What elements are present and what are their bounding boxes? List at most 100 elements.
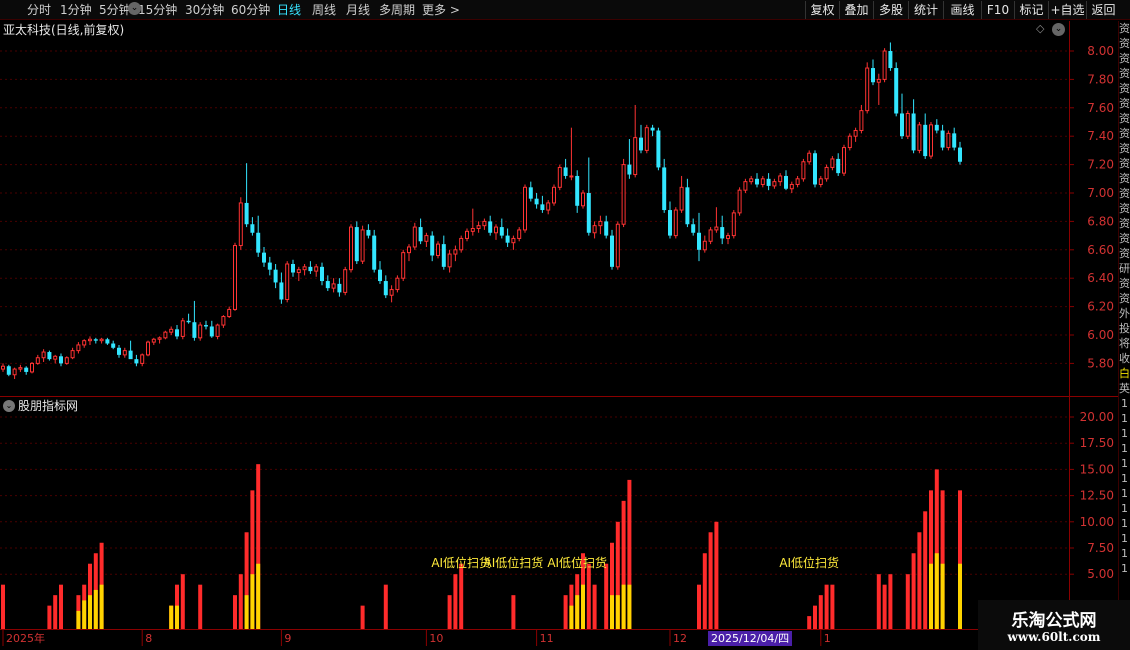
candle-body-up <box>169 328 174 333</box>
indicator-bar-red <box>807 616 812 629</box>
indicator-bar-red <box>459 563 464 629</box>
strip-char: 研 <box>1119 262 1130 275</box>
strip-char: 资 <box>1119 112 1130 125</box>
candle-body-up <box>876 78 881 83</box>
candle-body-up <box>470 228 475 232</box>
candle-body-down <box>105 339 110 344</box>
indicator-bar-red <box>592 584 597 629</box>
candle-body-up <box>401 252 406 279</box>
cursor-date-badge: 2025/12/04/四 <box>708 631 793 646</box>
candle-body-up <box>76 344 81 352</box>
candle-body-up <box>743 181 748 191</box>
candle-body-down <box>354 227 359 262</box>
strip-char: 资 <box>1119 37 1130 50</box>
indicator-axis-label: 10.00 <box>1080 515 1114 529</box>
candle-body-up <box>795 178 800 185</box>
candle-body-up <box>285 263 290 300</box>
indicator-bar-yellow <box>940 563 945 629</box>
candle-body-up <box>517 229 522 239</box>
candle-body-down <box>604 221 609 236</box>
time-axis-label: 10 <box>429 632 443 645</box>
candle-body-up <box>349 226 353 271</box>
indicator-bar-yellow <box>175 605 179 629</box>
strip-char: 资 <box>1119 172 1130 185</box>
strip-char: 将 <box>1119 337 1130 350</box>
candle-body-down <box>308 266 313 272</box>
candle-body-down <box>256 232 261 253</box>
watermark-url: www.60lt.com <box>1007 630 1101 644</box>
candle-body-up <box>41 351 46 359</box>
candle-body-down <box>911 113 916 151</box>
indicator-bar-red <box>59 584 63 629</box>
candle-body-up <box>314 266 319 272</box>
candle-body-up <box>447 253 452 268</box>
candle-body-down <box>586 193 591 233</box>
indicator-bar-yellow <box>929 563 933 629</box>
candle-body-up <box>772 181 777 187</box>
indicator-bar-red <box>876 574 881 629</box>
candle-body-down <box>958 147 962 162</box>
strip-char: 1 <box>1121 442 1128 455</box>
candle-body-up <box>859 110 864 132</box>
candle-body-up <box>70 350 75 359</box>
kline-chart[interactable]: 8.00 7.80 7.60 7.40 7.20 7.00 6.80 6.60 6.40 6.20… <box>0 0 1118 650</box>
candle-body-down <box>186 320 191 323</box>
indicator-bar-red <box>563 595 568 629</box>
indicator-bar-red <box>360 605 365 629</box>
candle-body-up <box>807 152 812 163</box>
candle-body-up <box>789 183 794 190</box>
indicator-title: 股朋指标网 <box>18 399 79 413</box>
candle-body-up <box>88 338 92 342</box>
candle-body-up <box>146 341 150 356</box>
candle-body-down <box>923 124 928 157</box>
chevron-down-icon[interactable]: ⌄ <box>3 400 15 412</box>
candle-body-up <box>760 178 765 185</box>
candle-body-down <box>383 281 388 296</box>
indicator-axis-label: 17.50 <box>1080 436 1114 450</box>
indicator-bar-yellow <box>610 595 614 629</box>
candle-body-up <box>331 283 336 289</box>
candle-body-down <box>418 227 423 242</box>
candle-body-down <box>691 224 696 233</box>
candle-body-up <box>221 316 226 326</box>
candle-body-up <box>233 245 237 310</box>
candle-body-down <box>697 232 701 250</box>
candle-body-down <box>320 266 324 282</box>
indicator-bar-red <box>453 574 458 629</box>
candle-body-up <box>737 189 742 214</box>
candle-body-down <box>441 244 446 267</box>
indicator-bar-red <box>586 563 591 629</box>
candle-body-down <box>662 167 667 211</box>
indicator-bar-yellow <box>569 605 574 629</box>
indicator-bar-red <box>1 584 5 629</box>
candle-body-up <box>180 320 185 337</box>
candle-body-down <box>378 269 382 282</box>
indicator-bar-yellow <box>250 574 255 629</box>
indicator-bar-red <box>813 605 817 629</box>
candle-body-up <box>424 235 429 242</box>
candle-body-down <box>134 359 139 364</box>
candle-body-up <box>389 289 394 296</box>
strip-char: 资 <box>1119 217 1130 230</box>
candle-body-down <box>279 282 284 300</box>
candle-body-up <box>581 192 585 207</box>
candle-body-down <box>117 347 121 355</box>
candle-body-up <box>905 112 910 137</box>
candle-body-up <box>30 362 34 373</box>
candle-body-down <box>934 124 939 131</box>
candle-body-up <box>64 357 69 364</box>
strip-char: 外 <box>1119 307 1130 320</box>
candle-body-up <box>929 124 933 157</box>
candle-body-down <box>59 356 63 364</box>
strip-char: 收 <box>1119 352 1130 365</box>
indicator-bar-red <box>905 574 910 629</box>
strip-char: 资 <box>1119 52 1130 65</box>
indicator-bar-yellow <box>615 595 620 629</box>
candle-body-down <box>888 51 893 69</box>
candle-body-up <box>726 235 730 239</box>
price-axis-label: 5.80 <box>1087 356 1114 370</box>
candle-body-down <box>685 187 690 225</box>
candle-body-up <box>53 355 58 360</box>
candle-body-up <box>847 135 852 149</box>
price-axis-label: 6.20 <box>1087 300 1114 314</box>
